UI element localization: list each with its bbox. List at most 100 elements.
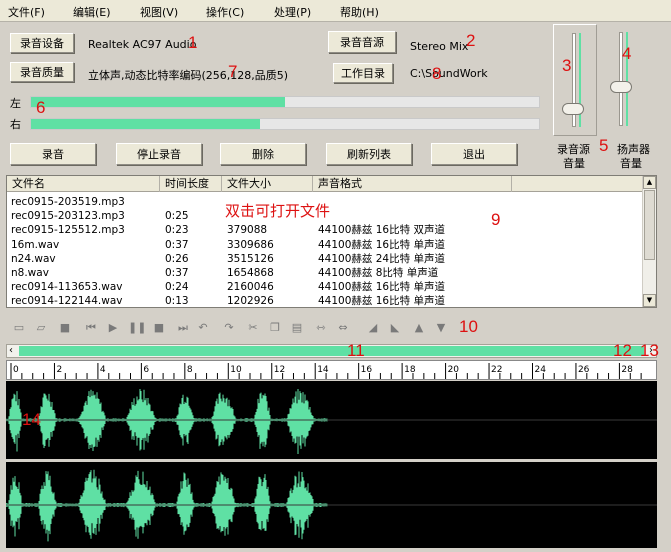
file-name: n24.wav [11, 252, 56, 265]
work-dir-button[interactable]: 工作目录 [333, 63, 393, 83]
file-format: 44100赫兹 8比特 单声道 [318, 267, 439, 279]
fade-out-icon[interactable]: ◣ [388, 322, 402, 334]
annotation-11: 11 [347, 341, 365, 360]
file-size: 2160046 [227, 281, 274, 294]
record-device-value: Realtek AC97 Audio [88, 38, 197, 51]
file-list[interactable]: 文件名 时间长度 文件大小 声音格式 rec0915-203519.mp3 rec… [6, 175, 657, 308]
stop-icon[interactable]: ■ [152, 322, 166, 334]
source-volume-slider-box [553, 24, 597, 136]
annotation-14: 14 [22, 410, 41, 429]
speaker-volume-thumb[interactable] [610, 81, 632, 94]
exit-button[interactable]: 退出 [431, 143, 517, 165]
right-level-meter [30, 118, 540, 130]
file-duration: 0:37 [165, 238, 189, 251]
file-row[interactable]: n24.wav 0:26 3515126 44100赫兹 24比特 单声道 [7, 252, 637, 266]
record-quality-button[interactable]: 录音质量 [10, 62, 74, 82]
copy-icon[interactable]: ❐ [268, 322, 282, 334]
menu-operation[interactable]: 操作(C) [206, 4, 244, 20]
ruler-label: 16 [361, 365, 373, 375]
annotation-5: 5 [599, 136, 609, 155]
position-scrollbar[interactable]: ‹ › [6, 344, 657, 358]
open-icon[interactable]: ▭ [12, 322, 26, 334]
skip-end-icon[interactable]: ⏭ [176, 322, 190, 334]
waveform-right-channel[interactable] [6, 462, 657, 548]
ruler-label: 22 [491, 365, 502, 375]
trim-icon[interactable]: ⇿ [314, 322, 328, 334]
menu-view[interactable]: 视图(V) [140, 4, 178, 20]
source-volume-thumb[interactable] [562, 102, 584, 115]
file-size: 379088 [227, 224, 268, 237]
mix-icon[interactable]: ⇔ [336, 322, 350, 334]
column-header-duration[interactable]: 时间长度 [160, 176, 222, 192]
skip-start-icon[interactable]: ⏮ [84, 322, 98, 334]
volume-down-icon[interactable]: ▼ [434, 322, 448, 334]
file-size: 1654868 [227, 267, 274, 279]
fade-in-icon[interactable]: ◢ [366, 322, 380, 334]
file-name: rec0914-122144.wav [11, 295, 123, 308]
left-channel-label: 左 [10, 97, 21, 110]
open-folder-icon[interactable]: ▱ [34, 322, 48, 334]
file-duration: 0:37 [165, 267, 189, 279]
ruler-label: 12 [274, 365, 285, 375]
paste-icon[interactable]: ▤ [290, 322, 304, 334]
file-row[interactable]: rec0915-125512.mp3 0:23 379088 44100赫兹 16比特… [7, 223, 637, 237]
record-button[interactable]: 录音 [10, 143, 96, 165]
ruler-label: 20 [448, 365, 460, 375]
play-icon[interactable]: ▶ [106, 322, 120, 334]
annotation-2: 2 [466, 31, 476, 50]
ruler-label: 14 [317, 365, 329, 375]
ruler-label: 8 [187, 365, 193, 375]
annotation-1: 1 [188, 33, 198, 52]
annotation-3: 3 [562, 56, 572, 75]
file-row[interactable]: n8.wav 0:37 1654868 44100赫兹 8比特 单声道 [7, 266, 637, 280]
file-duration: 0:25 [165, 210, 189, 223]
scroll-thumb[interactable] [644, 190, 655, 260]
waveform-left-svg [6, 388, 657, 454]
annotation-10: 10 [459, 317, 478, 336]
ruler-label: 2 [56, 365, 62, 375]
ruler-label: 26 [578, 365, 590, 375]
file-format: 44100赫兹 16比特 单声道 [318, 281, 445, 294]
file-row[interactable]: 16m.wav 0:37 3309686 44100赫兹 16比特 单声道 [7, 238, 637, 252]
pause-icon[interactable]: ❚❚ [128, 322, 146, 334]
save-icon[interactable]: ■ [58, 322, 72, 334]
file-name: rec0915-125512.mp3 [11, 224, 125, 237]
menu-file[interactable]: 文件(F) [8, 4, 45, 20]
scroll-down-icon[interactable]: ▼ [643, 294, 656, 307]
file-list-scrollbar[interactable]: ▲ ▼ [642, 176, 656, 307]
stop-record-button[interactable]: 停止录音 [116, 143, 202, 165]
menu-process[interactable]: 处理(P) [274, 4, 311, 20]
column-header-name[interactable]: 文件名 [7, 176, 160, 192]
waveform-left-channel[interactable] [6, 381, 657, 459]
scroll-left-icon[interactable]: ‹ [9, 345, 13, 357]
left-level-fill [31, 97, 285, 107]
delete-button[interactable]: 删除 [220, 143, 306, 165]
work-dir-value: C:\SoundWork [410, 67, 488, 80]
scroll-up-icon[interactable]: ▲ [643, 176, 656, 189]
file-duration: 0:26 [165, 252, 189, 265]
record-quality-value: 立体声,动态比特率编码(256,128,品质5) [88, 69, 289, 82]
speaker-volume-slider-box [604, 24, 644, 136]
menu-help[interactable]: 帮助(H) [340, 4, 379, 20]
file-format: 44100赫兹 16比特 单声道 [318, 295, 445, 308]
redo-icon[interactable]: ↷ [222, 322, 236, 334]
ruler-label: 10 [230, 365, 242, 375]
record-source-button[interactable]: 录音音源 [328, 31, 396, 53]
record-device-button[interactable]: 录音设备 [10, 33, 74, 53]
ruler-label: 28 [621, 365, 633, 375]
column-header-size[interactable]: 文件大小 [222, 176, 313, 192]
time-ruler-ticks: 0 2 4 6 8 10 12 14 16 18 20 22 24 26 28 [10, 363, 642, 379]
volume-up-icon[interactable]: ▲ [412, 322, 426, 334]
file-name: 16m.wav [11, 238, 60, 251]
position-fill [19, 346, 644, 356]
file-row[interactable]: rec0914-122144.wav 0:13 1202926 44100赫兹 16比… [7, 294, 637, 308]
file-list-header: 文件名 时间长度 文件大小 声音格式 [7, 176, 644, 192]
undo-icon[interactable]: ↶ [196, 322, 210, 334]
column-header-format[interactable]: 声音格式 [313, 176, 512, 192]
cut-icon[interactable]: ✂ [246, 322, 260, 334]
refresh-list-button[interactable]: 刷新列表 [326, 143, 412, 165]
menu-edit[interactable]: 编辑(E) [73, 4, 111, 20]
annotation-7: 7 [228, 62, 238, 81]
file-row[interactable]: rec0914-113653.wav 0:24 2160046 44100赫兹 16比… [7, 280, 637, 294]
file-size: 1202926 [227, 295, 274, 308]
